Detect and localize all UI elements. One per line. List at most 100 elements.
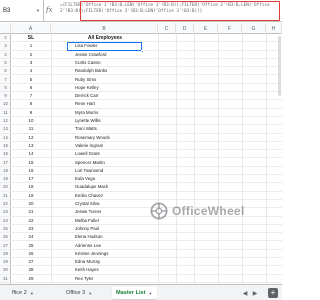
cell-employee-name[interactable]: Rene Hart xyxy=(75,100,135,108)
cell-employee-name[interactable]: Eula Vega xyxy=(75,175,135,183)
cell-sl[interactable]: 27 xyxy=(18,258,44,266)
cell-employee-name[interactable]: Kristine Jennings xyxy=(75,250,135,258)
row-number[interactable]: 20 xyxy=(0,183,11,191)
row-number[interactable]: 12 xyxy=(0,117,11,125)
cell-employee-name[interactable]: Jessie Turner xyxy=(75,208,135,216)
cell-sl[interactable]: 22 xyxy=(18,217,44,225)
scroll-tabs-right-icon[interactable]: ▶ xyxy=(250,287,260,299)
row-number[interactable]: 13 xyxy=(0,125,11,133)
cell-employee-name[interactable]: Crystal Silva xyxy=(75,200,135,208)
cell-employee-name[interactable]: Lori Townsend xyxy=(75,167,135,175)
row-number[interactable]: 19 xyxy=(0,175,11,183)
name-box[interactable]: B3 ▼ xyxy=(0,0,44,21)
column-header-g[interactable]: G xyxy=(242,23,266,34)
cell-sl[interactable]: 8 xyxy=(18,100,44,108)
cell-sl[interactable]: 16 xyxy=(18,167,44,175)
column-header-d[interactable]: D xyxy=(176,23,194,34)
cell-employee-name[interactable]: Hope Kelley xyxy=(75,84,135,92)
cell-employee-name[interactable]: Lynette Willis xyxy=(75,117,135,125)
cell-sl[interactable]: 20 xyxy=(18,200,44,208)
row-number[interactable]: 23 xyxy=(0,208,11,216)
cell-sl[interactable]: 26 xyxy=(18,250,44,258)
cell-employee-name[interactable]: Rosemary Woods xyxy=(75,134,135,142)
row-number[interactable]: 17 xyxy=(0,159,11,167)
cell-employee-name[interactable]: Ruby Sims xyxy=(75,76,135,84)
row-number[interactable]: 27 xyxy=(0,242,11,250)
scroll-tabs-left-icon[interactable]: ◀ xyxy=(240,287,250,299)
cell-sl[interactable]: 15 xyxy=(18,159,44,167)
column-header-e[interactable]: E xyxy=(194,23,218,34)
row-number[interactable]: 24 xyxy=(0,217,11,225)
cell-sl[interactable]: 3 xyxy=(18,59,44,67)
cell-employee-name[interactable]: Melba Fuller xyxy=(75,217,135,225)
select-all-corner[interactable] xyxy=(0,23,11,34)
cell-sl[interactable]: 10 xyxy=(18,117,44,125)
cell-sl[interactable]: 6 xyxy=(18,84,44,92)
column-header-c[interactable]: C xyxy=(158,23,176,34)
tab-office-3[interactable]: Office 3 ▼ xyxy=(62,287,96,299)
row-number[interactable]: 7 xyxy=(0,76,11,84)
row-number[interactable]: 3 xyxy=(0,42,11,50)
cell-employee-name[interactable]: Lowell Grant xyxy=(75,150,135,158)
cell-employee-name[interactable]: Johnny Paul xyxy=(75,225,135,233)
cell-sl[interactable]: 12 xyxy=(18,134,44,142)
row-number[interactable]: 18 xyxy=(0,167,11,175)
fill-handle[interactable] xyxy=(140,49,144,53)
formula-input[interactable]: ={FILTER('Office 1'!B3:B,LEN('Office 1'!… xyxy=(58,2,279,19)
cell-employee-name[interactable]: Randolph Banks xyxy=(75,67,135,75)
cell-sl[interactable]: 7 xyxy=(18,92,44,100)
cell-employee-name[interactable]: Jessie Crawford xyxy=(75,51,135,59)
cell-sl[interactable]: 25 xyxy=(18,242,44,250)
row-number[interactable]: 25 xyxy=(0,225,11,233)
column-header-a[interactable]: A xyxy=(11,23,51,34)
row-number[interactable]: 4 xyxy=(0,51,11,59)
cell-employee-name[interactable]: Curtis Castro xyxy=(75,59,135,67)
cell-employee-name[interactable]: Emilio Chavez xyxy=(75,192,135,200)
cell-employee-name[interactable]: Myra Morris xyxy=(75,109,135,117)
cell-employee-name[interactable]: Edna Murray xyxy=(75,258,135,266)
row-number[interactable]: 14 xyxy=(0,134,11,142)
row-number[interactable]: 21 xyxy=(0,192,11,200)
column-header-f[interactable]: F xyxy=(218,23,242,34)
cell-sl[interactable]: 11 xyxy=(18,125,44,133)
tab-master-list[interactable]: Master List ▼ xyxy=(112,287,157,299)
row-number[interactable]: 30 xyxy=(0,266,11,274)
row-number[interactable]: 16 xyxy=(0,150,11,158)
cell-employee-name[interactable]: Derrick Carr xyxy=(75,92,135,100)
column-header-h[interactable]: H xyxy=(266,23,282,34)
cell-sl[interactable]: 21 xyxy=(18,208,44,216)
cell-sl[interactable]: 13 xyxy=(18,142,44,150)
vertical-scrollbar[interactable] xyxy=(278,36,281,96)
cell-sl[interactable]: 17 xyxy=(18,175,44,183)
row-number[interactable]: 9 xyxy=(0,92,11,100)
cell-sl[interactable]: 2 xyxy=(18,51,44,59)
cell-employee-name[interactable]: Keith Hayes xyxy=(75,266,135,274)
selected-cell-b3[interactable] xyxy=(67,42,144,53)
row-number[interactable]: 28 xyxy=(0,250,11,258)
row-number[interactable]: 29 xyxy=(0,258,11,266)
cell-employee-name[interactable]: Rex Tyler xyxy=(75,275,135,283)
cell-employee-name[interactable]: Spencer Martin xyxy=(75,159,135,167)
cell-sl[interactable]: 29 xyxy=(18,275,44,283)
cell-sl[interactable]: 14 xyxy=(18,150,44,158)
cell-sl[interactable]: 28 xyxy=(18,266,44,274)
row-number[interactable]: 22 xyxy=(0,200,11,208)
cell-employee-name[interactable]: Elena Hudson xyxy=(75,233,135,241)
cell-sl[interactable]: 18 xyxy=(18,183,44,191)
cell-employee-name[interactable]: Guadalupe Mack xyxy=(75,183,135,191)
cell-sl[interactable]: 4 xyxy=(18,67,44,75)
row-number[interactable]: 15 xyxy=(0,142,11,150)
row-number[interactable]: 11 xyxy=(0,109,11,117)
cell-sl[interactable]: 5 xyxy=(18,76,44,84)
row-number[interactable]: 8 xyxy=(0,84,11,92)
row-number[interactable]: 10 xyxy=(0,100,11,108)
row-number[interactable]: 26 xyxy=(0,233,11,241)
cell-sl[interactable]: 24 xyxy=(18,233,44,241)
add-sheet-icon[interactable]: + xyxy=(268,288,278,298)
row-number[interactable]: 6 xyxy=(0,67,11,75)
column-header-b[interactable]: B xyxy=(51,23,158,34)
cell-sl[interactable]: 23 xyxy=(18,225,44,233)
tab-office-2[interactable]: ffice 2 ▼ xyxy=(10,287,38,299)
row-number[interactable]: 31 xyxy=(0,275,11,283)
row-number[interactable]: 2 xyxy=(0,34,11,42)
